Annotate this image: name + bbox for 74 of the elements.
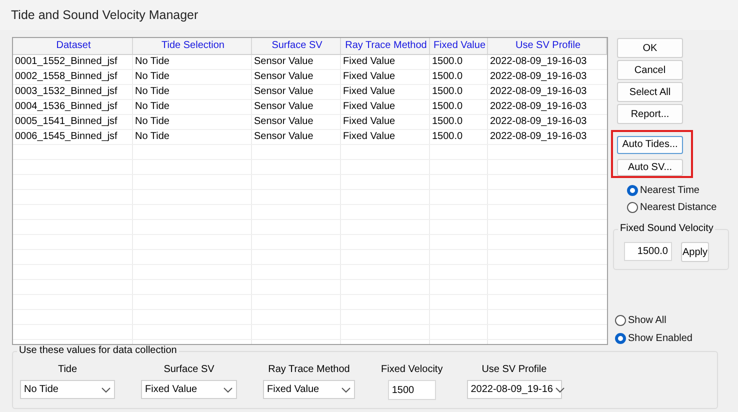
column-header[interactable]: Dataset xyxy=(13,38,133,54)
table-cell-text: 2022-08-09_19-16-03 xyxy=(489,70,588,84)
table-cell: 0003_1532_Binned_jsf xyxy=(13,85,133,99)
button[interactable]: Report... xyxy=(617,104,683,124)
table-cell: Fixed Value xyxy=(341,55,430,69)
table-cell: Fixed Value xyxy=(341,100,430,114)
column-header[interactable]: Ray Trace Method xyxy=(341,38,430,54)
button[interactable]: Auto Tides... xyxy=(617,136,683,154)
table-cell: 0005_1541_Binned_jsf xyxy=(13,115,133,129)
field-label: Fixed Velocity xyxy=(381,364,443,375)
radio-label: Show All xyxy=(628,315,666,326)
radio-label: Show Enabled xyxy=(628,333,692,344)
table-cell: Sensor Value xyxy=(252,55,341,69)
radio-button[interactable] xyxy=(615,333,626,344)
input-field[interactable]: 1500 xyxy=(388,380,436,400)
table-cell: No Tide xyxy=(133,85,252,99)
table-cell: Fixed Value xyxy=(341,130,430,144)
input-field[interactable]: 1500.0 xyxy=(624,242,672,261)
field-label: Surface SV xyxy=(164,364,214,375)
table-cell: No Tide xyxy=(133,130,252,144)
table-cell-text: 2022-08-09_19-16-03 xyxy=(489,85,588,99)
table-cell-text: 2022-08-09_19-16-03 xyxy=(489,130,588,144)
apply-button[interactable]: Apply xyxy=(681,242,709,262)
table-cell: Sensor Value xyxy=(252,70,341,84)
table-cell: Sensor Value xyxy=(252,130,341,144)
table-cell: Fixed Value xyxy=(341,70,430,84)
window-title: Tide and Sound Velocity Manager xyxy=(11,8,198,22)
field-label: Tide xyxy=(58,364,78,375)
table-cell: 0004_1536_Binned_jsf xyxy=(13,100,133,114)
table-cell: 1500.0 xyxy=(430,55,488,69)
button[interactable]: Cancel xyxy=(617,60,683,80)
table-cell: 1500.0 xyxy=(430,100,488,114)
radio-button[interactable] xyxy=(627,185,638,196)
button[interactable]: OK xyxy=(617,38,683,58)
table-cell: 0001_1552_Binned_jsf xyxy=(13,55,133,69)
group-title: Fixed Sound Velocity xyxy=(618,223,716,235)
chevron-down-icon xyxy=(223,386,233,392)
chevron-down-icon xyxy=(555,386,565,392)
table-cell: Sensor Value xyxy=(252,100,341,114)
column-header[interactable]: Fixed Value xyxy=(430,38,488,54)
field-label: Use SV Profile xyxy=(482,364,547,375)
radio-button[interactable] xyxy=(627,202,638,213)
dropdown[interactable]: Fixed Value xyxy=(263,380,355,399)
table-cell: Fixed Value xyxy=(341,115,430,129)
table-cell: 1500.0 xyxy=(430,130,488,144)
table-cell-text: 2022-08-09_19-16-03 xyxy=(489,55,588,69)
table-cell: 1500.0 xyxy=(430,85,488,99)
button[interactable]: Select All xyxy=(617,82,683,102)
dropdown[interactable]: No Tide xyxy=(20,380,115,399)
column-header[interactable]: Tide Selection xyxy=(133,38,252,54)
radio-label: Nearest Time xyxy=(640,185,700,196)
table-cell: Sensor Value xyxy=(252,115,341,129)
table-cell-text: 2022-08-09_19-16-03 xyxy=(489,115,588,129)
table-cell: No Tide xyxy=(133,115,252,129)
button[interactable]: Auto SV... xyxy=(617,158,683,176)
table-cell: 0002_1558_Binned_jsf xyxy=(13,70,133,84)
column-header[interactable]: Use SV Profile xyxy=(488,38,607,54)
table-cell: 1500.0 xyxy=(430,115,488,129)
table-cell-text: 2022-08-09_19-16-03 xyxy=(489,100,588,114)
table-cell: 0006_1545_Binned_jsf xyxy=(13,130,133,144)
dropdown[interactable]: 2022-08-09_19-16 xyxy=(466,380,562,399)
dropdown[interactable]: Fixed Value xyxy=(141,380,237,399)
table-cell: No Tide xyxy=(133,55,252,69)
table-cell: No Tide xyxy=(133,100,252,114)
column-header[interactable]: Surface SV xyxy=(252,38,341,54)
field-label: Ray Trace Method xyxy=(268,364,350,375)
radio-button[interactable] xyxy=(615,315,626,326)
table-cell: Sensor Value xyxy=(252,85,341,99)
radio-label: Nearest Distance xyxy=(640,202,717,213)
chevron-down-icon xyxy=(101,386,111,392)
table-cell: No Tide xyxy=(133,70,252,84)
chevron-down-icon xyxy=(341,386,351,392)
table-cell: 1500.0 xyxy=(430,70,488,84)
table-cell: Fixed Value xyxy=(341,85,430,99)
